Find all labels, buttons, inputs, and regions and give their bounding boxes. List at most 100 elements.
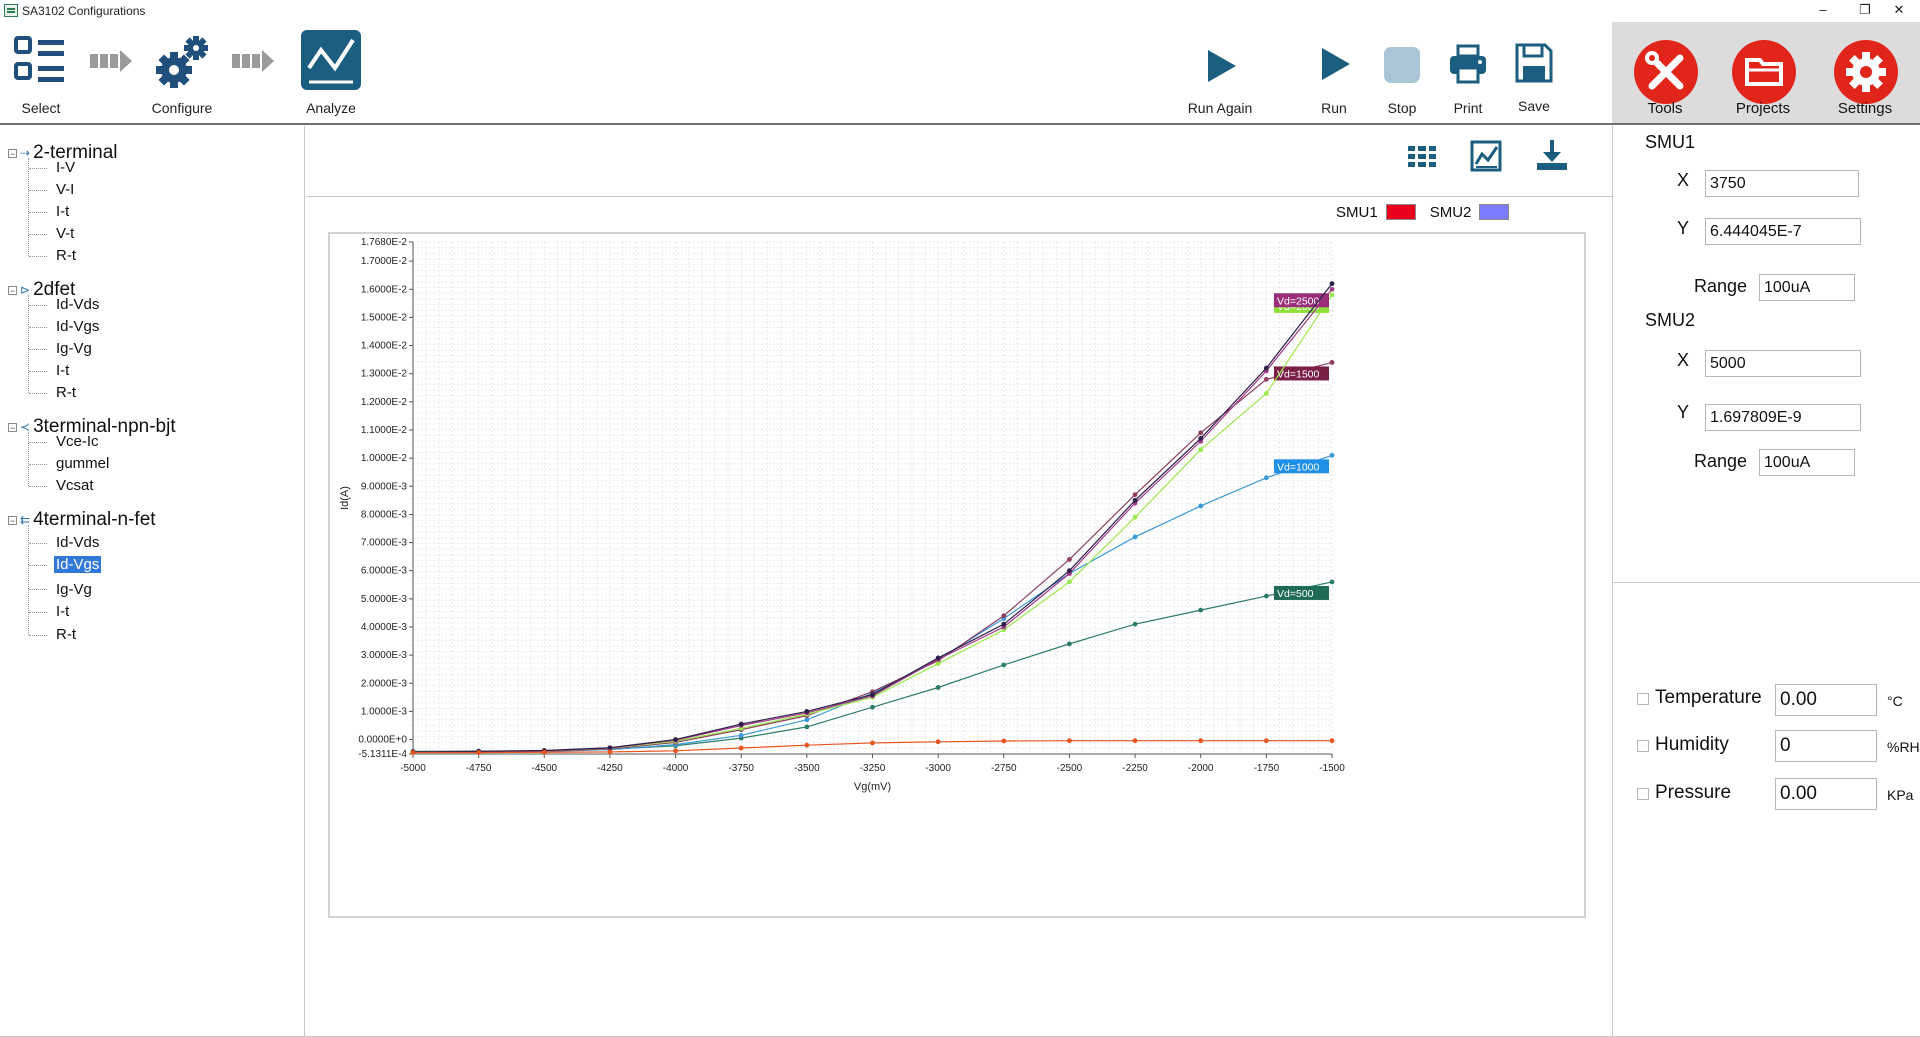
smu1-x-field[interactable] [1705,170,1859,197]
smu2-y-field[interactable] [1705,404,1861,431]
tree-item-vcsat[interactable]: Vcsat [56,477,94,494]
smu2-range-field[interactable] [1759,449,1855,476]
humidity-checkbox[interactable] [1637,740,1649,752]
legend-smu1-swatch[interactable] [1385,204,1416,220]
workflow-arrow-icon [90,50,132,72]
smu2-x-field[interactable] [1705,350,1861,377]
play-icon [1322,48,1350,80]
configure-button[interactable]: Configure [142,28,222,118]
collapse-icon[interactable]: − [8,422,17,432]
data-point [935,661,941,666]
tree-item-id-vgs[interactable]: Id-Vgs [56,318,99,335]
x-tick-label: -1500 [1319,763,1345,774]
tree-item-i-t[interactable]: I-t [56,603,69,620]
select-list-icon [14,36,64,82]
data-point [1132,738,1138,744]
tree-item-id-vds[interactable]: Id-Vds [56,534,99,551]
pressure-field[interactable] [1775,778,1877,810]
tree-item-i-v[interactable]: I-V [56,159,75,176]
data-point [1263,391,1269,396]
save-label: Save [1518,98,1550,114]
data-point [1067,579,1072,585]
data-point [1263,376,1269,382]
pressure-checkbox[interactable] [1637,788,1649,800]
smu1-range-field[interactable] [1759,274,1855,301]
tree-node-4terminal-n-fet[interactable]: − ⇇ 4terminal-n-fet [8,509,156,531]
tree-item-i-t[interactable]: I-t [56,203,69,220]
stop-button[interactable]: Stop [1374,32,1430,118]
tree-connector [29,371,47,372]
configure-label: Configure [151,100,213,116]
tree-connector [29,464,47,465]
collapse-icon[interactable]: − [8,148,17,158]
humidity-field[interactable] [1775,730,1877,762]
tree-connector [29,442,47,443]
y-tick-label: 0.0000E+0 [358,735,407,746]
save-button[interactable]: Save [1506,32,1562,118]
data-point [935,655,941,661]
export-download-icon[interactable] [1535,138,1569,172]
tree-connector [29,565,47,566]
stop-label: Stop [1387,100,1417,116]
printer-icon [1450,44,1486,84]
smu2-range-label: Range [1693,451,1747,471]
tree-item-i-t[interactable]: I-t [56,362,69,379]
settings-button[interactable]: Settings [1804,22,1914,124]
tree-item-r-t[interactable]: R-t [56,384,76,401]
tools-circle [1634,40,1698,104]
y-tick-label: 1.2000E-2 [361,397,408,408]
collapse-icon[interactable]: − [8,515,17,525]
tree-connector [29,349,47,350]
data-point [1132,497,1138,503]
tree-item-ig-vg[interactable]: Ig-Vg [56,340,92,357]
chart-view-icon[interactable] [1470,140,1502,172]
legend-smu2-swatch[interactable] [1479,204,1510,220]
tree-item-id-vgs-selected[interactable]: Id-Vgs [54,556,102,573]
id-vg-chart[interactable]: 1.7680E-2 1.7000E-2 1.6000E-2 1.5000E-2 1.40… [330,234,1584,916]
table-view-icon[interactable] [1408,146,1436,170]
data-point [870,692,875,697]
tree-item-gummel[interactable]: gummel [56,455,109,472]
smu1-y-field[interactable] [1705,218,1861,245]
tree-connector [29,543,47,544]
series-label: Vd=2500 [1277,295,1319,307]
print-button[interactable]: Print [1440,32,1496,118]
y-tick-label: 1.4000E-2 [361,341,408,352]
temperature-label: Temperature [1655,687,1762,708]
data-point [1198,503,1204,509]
data-point [1263,475,1269,481]
y-axis-label: Id(A) [339,486,351,510]
tree-node-label: 3terminal-npn-bjt [33,416,176,437]
series-label: Vd=1500 [1277,368,1319,380]
tree-item-v-i[interactable]: V-I [56,181,74,198]
collapse-icon[interactable]: − [8,285,17,295]
data-point [1198,430,1204,436]
series-line [412,283,1333,753]
tree-item-vce-ic[interactable]: Vce-Ic [56,433,99,450]
select-button[interactable]: Select [8,28,74,118]
tree-connector [29,635,47,636]
close-button[interactable]: ✕ [1878,0,1920,22]
tree-node-label: 2-terminal [33,142,118,163]
tree-item-v-t[interactable]: V-t [56,225,74,242]
x-tick-label: -3750 [728,763,754,774]
projects-button[interactable]: Projects [1708,22,1812,124]
data-point [738,732,744,738]
temperature-field[interactable] [1775,684,1877,716]
tree-item-id-vds[interactable]: Id-Vds [56,296,99,313]
run-again-button[interactable]: Run Again [1180,32,1260,118]
tools-button[interactable]: Tools [1612,22,1716,124]
tree-item-ig-vg[interactable]: Ig-Vg [56,581,92,598]
analyze-button[interactable]: Analyze [296,28,366,118]
data-point [1132,492,1138,498]
tree-item-r-t[interactable]: R-t [56,626,76,643]
x-tick-label: -2000 [1188,763,1214,774]
data-point [1329,360,1335,365]
temperature-checkbox[interactable] [1637,693,1649,705]
tree-item-r-t[interactable]: R-t [56,247,76,264]
x-tick-label: -2750 [991,763,1017,774]
run-button[interactable]: Run [1306,32,1362,118]
minimize-button[interactable]: – [1802,0,1844,22]
tree-connector [29,327,47,328]
analyze-label: Analyze [306,100,356,116]
